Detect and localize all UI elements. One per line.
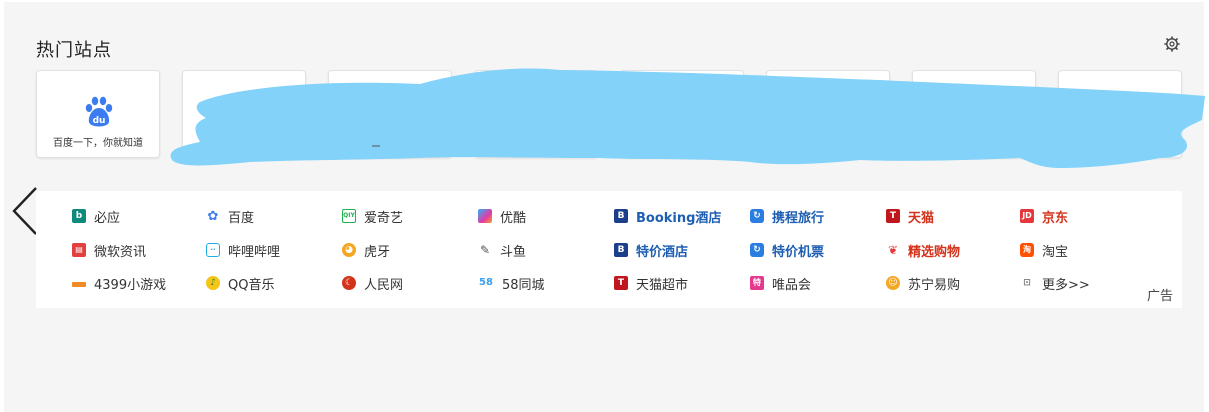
tmall-icon: T (614, 276, 628, 290)
ad-label: 广告 (1147, 289, 1174, 304)
link-flight-deals[interactable]: ↻ 特价机票 (750, 240, 824, 260)
link-hotel-deals[interactable]: B 特价酒店 (614, 240, 688, 260)
iqiyi-icon: QIY (342, 209, 356, 223)
58-icon: 58 (479, 277, 493, 288)
link-douyu[interactable]: ✎ 斗鱼 (478, 240, 526, 260)
qqmusic-icon: ♪ (206, 276, 220, 290)
ctrip-icon: ↻ (750, 209, 764, 223)
link-58[interactable]: 58 58同城 (478, 273, 545, 293)
link-huya[interactable]: ◕ 虎牙 (342, 240, 390, 260)
link-tmall-mart[interactable]: T 天猫超市 (614, 273, 688, 293)
site-tile-3[interactable] (328, 70, 452, 158)
vip-icon: 特 (750, 276, 764, 290)
svg-text:du: du (93, 116, 106, 126)
booking-icon: B (614, 243, 628, 257)
4399-icon (72, 281, 86, 287)
link-taobao[interactable]: 淘 淘宝 (1020, 240, 1068, 260)
link-qqmusic[interactable]: ♪ QQ音乐 (206, 273, 274, 293)
site-tile-2[interactable] (182, 70, 306, 158)
link-shopping[interactable]: ❦ 精选购物 (886, 240, 960, 260)
site-tile-6[interactable] (766, 70, 890, 158)
link-youku[interactable]: 优酷 (478, 206, 526, 226)
gift-icon: ❦ (887, 243, 899, 257)
gear-icon[interactable] (1164, 36, 1180, 52)
link-bilibili[interactable]: ·· 哔哩哔哩 (206, 240, 280, 260)
site-tile-7[interactable] (912, 70, 1036, 158)
quick-links: b 必应 ✿ 百度 QIY 爱奇艺 优酷 B Booking酒店 ↻ 携程旅行 … (36, 191, 1182, 308)
link-bing[interactable]: b 必应 (72, 206, 120, 226)
site-tile-baidu[interactable]: du 百度一下，你就知道 (36, 70, 160, 158)
link-ctrip[interactable]: ↻ 携程旅行 (750, 206, 824, 226)
link-vip[interactable]: 特 唯品会 (750, 273, 811, 293)
link-msn[interactable]: ▤ 微软资讯 (72, 240, 146, 260)
jd-icon: JD (1020, 209, 1034, 223)
link-suning[interactable]: ☺ 苏宁易购 (886, 273, 960, 293)
douyu-icon: ✎ (479, 243, 491, 257)
site-tile-4[interactable] (474, 70, 598, 158)
link-jd[interactable]: JD 京东 (1020, 206, 1068, 226)
youku-icon (478, 209, 492, 223)
link-tmall[interactable]: T 天猫 (886, 206, 934, 226)
bilibili-icon: ·· (206, 243, 220, 257)
link-baidu[interactable]: ✿ 百度 (206, 206, 254, 226)
suning-icon: ☺ (886, 276, 900, 290)
link-more[interactable]: ⊡ 更多>> (1020, 273, 1090, 293)
section-title: 热门站点 (36, 40, 112, 61)
site-tiles: du 百度一下，你就知道 (36, 70, 1182, 158)
bing-icon: b (72, 209, 86, 223)
site-tile-5[interactable] (620, 70, 744, 158)
tmall-icon: T (886, 209, 900, 223)
booking-icon: B (614, 209, 628, 223)
link-iqiyi[interactable]: QIY 爱奇艺 (342, 206, 403, 226)
baidu-paw-icon: du (85, 96, 113, 127)
ctrip-icon: ↻ (750, 243, 764, 257)
news-icon: ▤ (72, 243, 86, 257)
huya-icon: ◕ (342, 243, 356, 257)
taobao-icon: 淘 (1020, 243, 1034, 257)
link-4399[interactable]: 4399小游戏 (72, 273, 166, 293)
site-tile-label: 百度一下，你就知道 (53, 138, 143, 149)
link-people[interactable]: ☾ 人民网 (342, 273, 403, 293)
people-icon: ☾ (342, 276, 356, 290)
baidu-paw-icon: ✿ (207, 208, 219, 224)
link-booking[interactable]: B Booking酒店 (614, 206, 721, 226)
site-tile-8[interactable] (1058, 70, 1182, 158)
more-icon: ⊡ (1023, 277, 1031, 288)
